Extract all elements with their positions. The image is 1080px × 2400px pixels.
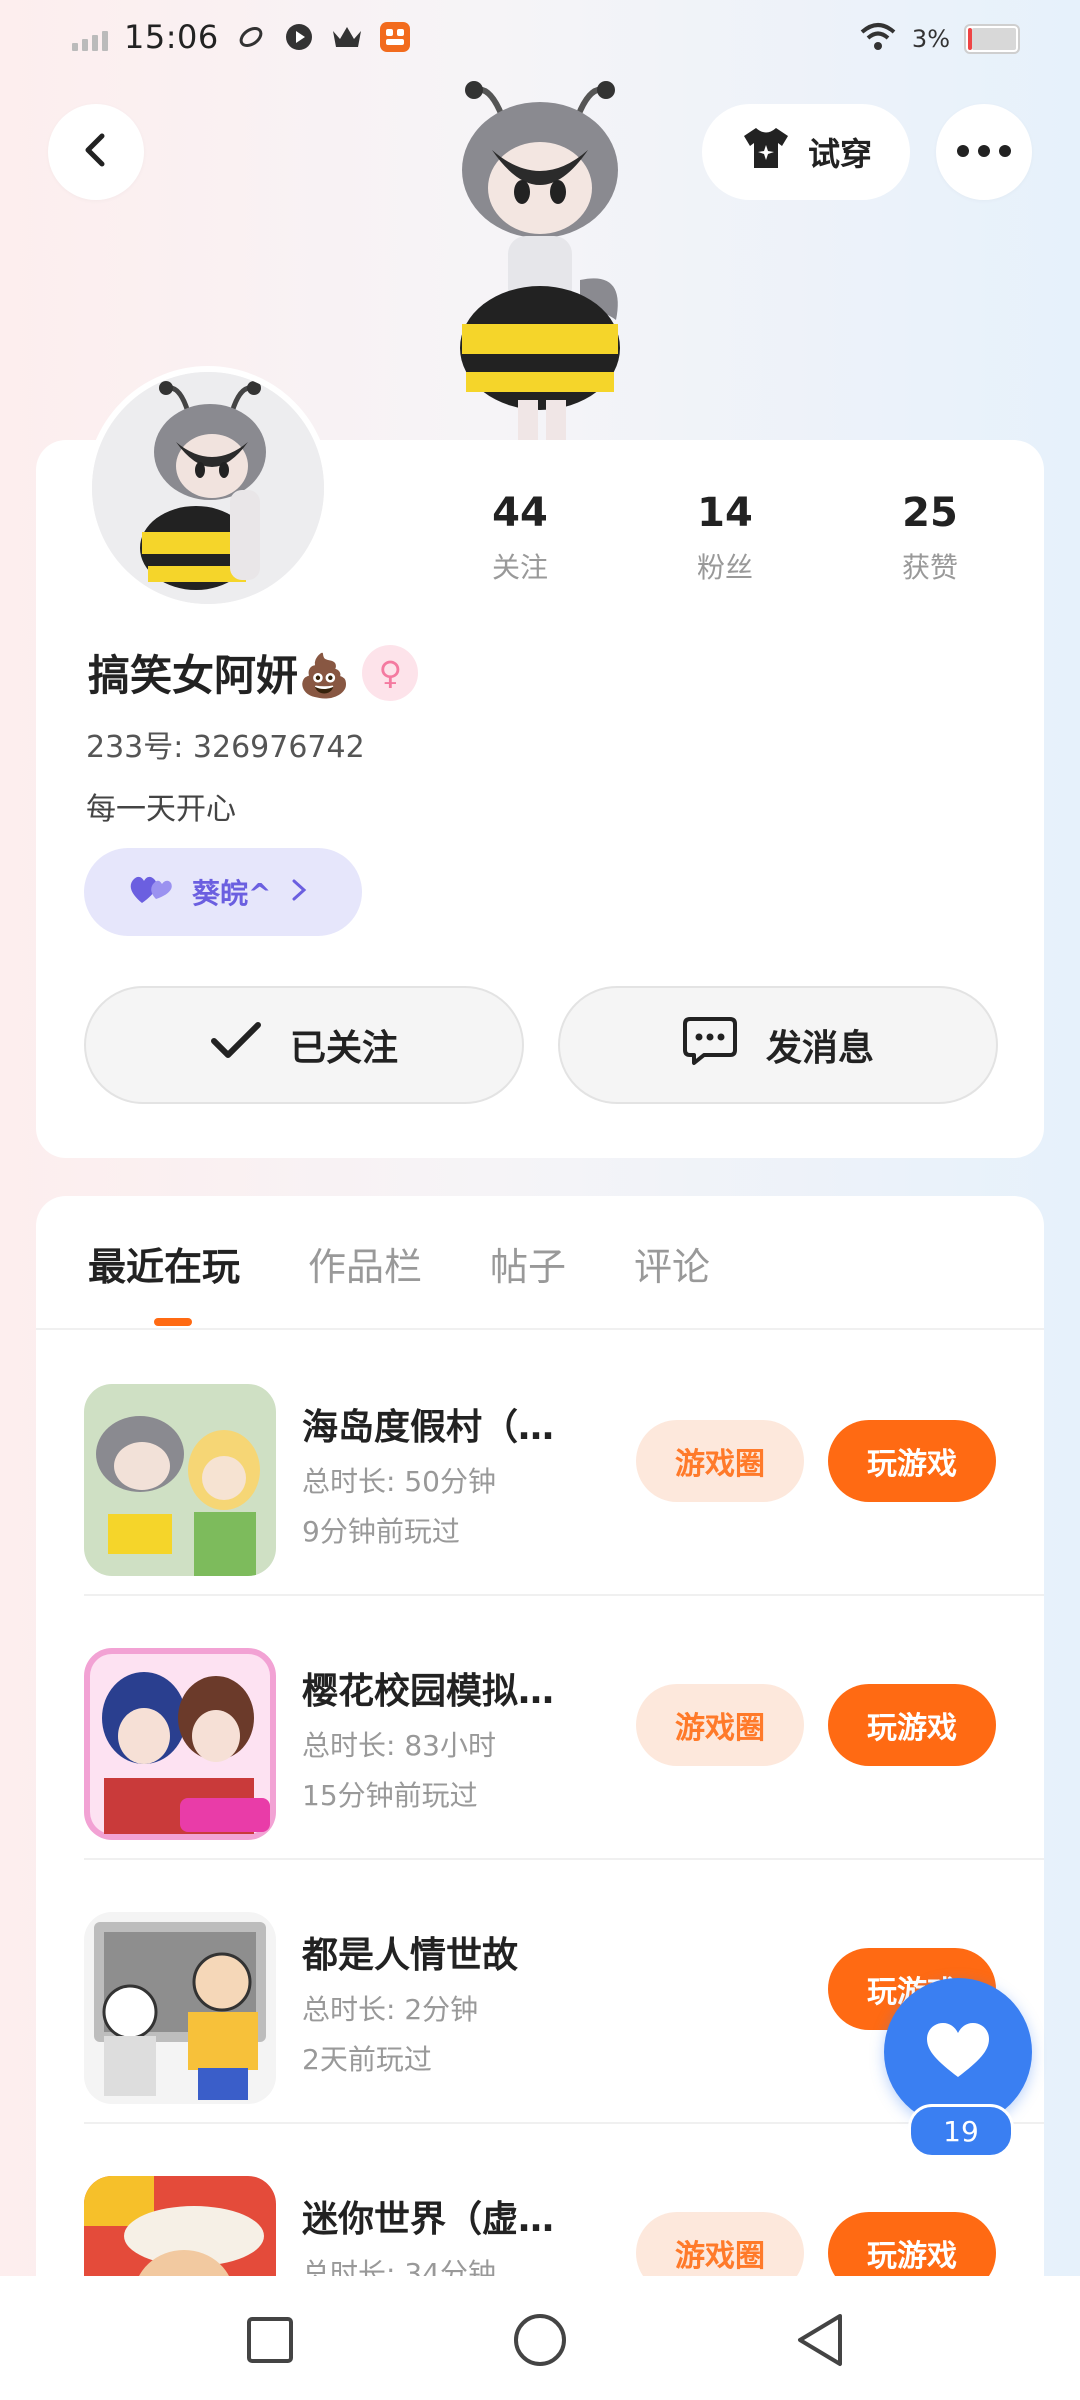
profile-name-row: 搞笑女阿妍💩 ♀ (88, 642, 419, 703)
home-button[interactable] (510, 2312, 570, 2372)
game-row[interactable]: 樱花校园模拟… 总时长: 83小时 15分钟前玩过 游戏圈 玩游戏 (84, 1596, 1044, 1860)
more-button[interactable] (936, 104, 1032, 200)
status-left: 15:06 (72, 18, 411, 56)
stat-following[interactable]: 44 关注 (440, 490, 600, 586)
hero-avatar-image (430, 80, 650, 440)
tab-bar: 最近在玩 作品栏 帖子 评论 (88, 1236, 710, 1291)
stat-followers-value: 14 (697, 490, 753, 536)
game-duration: 总时长: 50分钟 (302, 1465, 496, 1498)
play-game-button[interactable]: 玩游戏 (828, 1684, 996, 1766)
game-thumbnail (84, 1912, 276, 2104)
tab-indicator (154, 1318, 192, 1326)
profile-name: 搞笑女阿妍💩 (88, 651, 351, 700)
triangle-back-icon (794, 2312, 846, 2372)
like-count-badge: 19 (908, 2104, 1014, 2158)
check-icon (210, 1021, 262, 1070)
game-thumbnail (84, 2176, 276, 2276)
game-title: 迷你世界（虚… (302, 2199, 555, 2240)
game-thumbnail (84, 1648, 276, 1840)
chevron-left-icon (78, 132, 114, 172)
leaf-icon (235, 21, 267, 53)
status-right: 3% (858, 22, 1020, 56)
avatar[interactable] (86, 366, 330, 610)
follow-button[interactable]: 已关注 (84, 986, 524, 1104)
game-last-played: 15分钟前玩过 (302, 1779, 478, 1812)
game-last-played: 2天前玩过 (302, 2043, 432, 2076)
chat-bubble-icon (682, 1015, 738, 1076)
tab-recent-play[interactable]: 最近在玩 (88, 1236, 240, 1291)
play-game-button[interactable]: 玩游戏 (828, 2212, 996, 2276)
try-on-label: 试穿 (807, 135, 872, 173)
back-button[interactable] (48, 104, 144, 200)
games-card: 最近在玩 作品栏 帖子 评论 海岛度假村（… 总时长: 50分钟 9分钟前玩过 … (36, 1196, 1044, 2276)
game-circle-button[interactable]: 游戏圈 (636, 2212, 804, 2276)
relationship-tag-label: 葵皖^ (192, 877, 272, 910)
recents-button[interactable] (240, 2312, 300, 2372)
battery-icon (964, 24, 1020, 54)
stat-followers-label: 粉丝 (696, 551, 753, 584)
crown-icon (331, 21, 363, 53)
follow-label: 已关注 (289, 1028, 398, 1069)
game-last-played: 9分钟前玩过 (302, 1515, 460, 1548)
stat-followers[interactable]: 14 粉丝 (645, 490, 805, 586)
game-title: 海岛度假村（… (302, 1407, 555, 1448)
game-duration: 总时长: 34分钟 (302, 2257, 496, 2276)
clock: 15:06 (124, 18, 219, 56)
try-on-button[interactable]: 试穿 (702, 104, 910, 200)
heart-icon (925, 2021, 991, 2083)
system-nav-bar (0, 2276, 1080, 2400)
message-label: 发消息 (765, 1028, 874, 1069)
status-bar: 15:06 3% (0, 0, 1080, 84)
wifi-icon (858, 22, 898, 56)
back-nav-button[interactable] (790, 2312, 850, 2372)
tab-divider (36, 1328, 1044, 1330)
game-duration: 总时长: 83小时 (302, 1729, 496, 1762)
stat-likes-label: 获赞 (901, 551, 958, 584)
game-circle-button[interactable]: 游戏圈 (636, 1684, 804, 1766)
tab-comments[interactable]: 评论 (634, 1236, 710, 1291)
stat-likes-value: 25 (902, 490, 958, 536)
double-heart-icon (126, 871, 174, 914)
stat-following-label: 关注 (491, 551, 548, 584)
play-game-button[interactable]: 玩游戏 (828, 1420, 996, 1502)
game-thumbnail (84, 1384, 276, 1576)
square-icon (246, 2316, 294, 2368)
bio: 每一天开心 (86, 792, 236, 827)
game-duration: 总时长: 2分钟 (302, 1993, 479, 2026)
video-icon (283, 21, 315, 53)
more-dots-icon (956, 143, 1012, 162)
battery-percent: 3% (911, 25, 950, 53)
game-title: 樱花校园模拟… (302, 1671, 555, 1712)
game-circle-button[interactable]: 游戏圈 (636, 1420, 804, 1502)
tab-posts[interactable]: 帖子 (490, 1236, 566, 1291)
female-gender-icon: ♀ (362, 644, 419, 701)
game-row[interactable]: 海岛度假村（… 总时长: 50分钟 9分钟前玩过 游戏圈 玩游戏 (84, 1332, 1044, 1596)
user-id: 233号: 326976742 (86, 730, 365, 765)
signal-icon (72, 23, 108, 51)
tab-works[interactable]: 作品栏 (308, 1236, 422, 1291)
app-badge-icon (379, 21, 411, 53)
game-row[interactable]: 迷你世界（虚… 总时长: 34分钟 游戏圈 玩游戏 (84, 2124, 1044, 2276)
chevron-right-icon (289, 876, 309, 909)
game-title: 都是人情世故 (302, 1935, 519, 1976)
message-button[interactable]: 发消息 (558, 986, 998, 1104)
stat-following-value: 44 (492, 490, 548, 536)
tshirt-icon (740, 125, 792, 179)
circle-icon (512, 2312, 568, 2372)
relationship-tag[interactable]: 葵皖^ (84, 848, 362, 936)
stat-likes[interactable]: 25 获赞 (850, 490, 1010, 586)
